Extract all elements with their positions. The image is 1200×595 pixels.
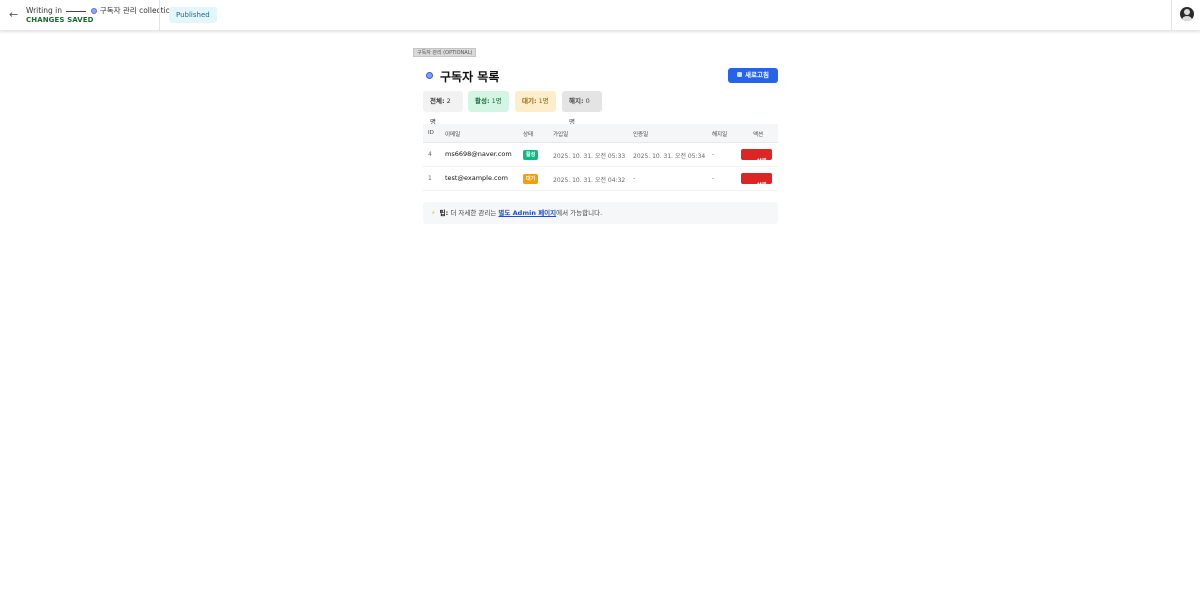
table-row: 4 ms6698@naver.com 활성 2025. 10. 31. 오전 0… [423, 143, 778, 167]
delete-button[interactable]: ▤ 삭제 [741, 149, 772, 165]
publish-status-badge[interactable]: Published [169, 7, 217, 23]
tip-label: 팁: [439, 209, 449, 217]
header-divider [159, 0, 160, 31]
table-row: 1 test@example.com 대기 2025. 10. 31. 오전 0… [423, 167, 778, 191]
header-unsubscribed: 해지일 [712, 132, 728, 138]
row-joined: 2025. 10. 31. 오전 04:32 [553, 177, 626, 184]
header-status: 상태 [523, 132, 534, 138]
row-confirmed: 2025. 10. 31. 오전 05:34 [633, 153, 706, 160]
top-bar: ← Writing in 구독자 관리 collection CHANGES S… [0, 0, 1200, 31]
tip-box: ⚡ 팁: 더 자세한 관리는 별도 Admin 페이지에서 가능합니다. [423, 202, 778, 224]
subscriber-table: ID 이메일 상태 가입일 인증일 해지일 액션 4 ms6698@naver.… [423, 124, 778, 191]
tip-text-before: 더 자세한 관리는 [450, 209, 497, 217]
delete-button[interactable]: ▤ 삭제 [741, 173, 772, 189]
stat-all: 전체: 2명 [423, 91, 463, 126]
header-action: 액션 [753, 132, 764, 138]
divider-line [66, 10, 87, 12]
row-email: test@example.com [445, 174, 508, 182]
breadcrumb: Writing in 구독자 관리 collection [26, 5, 175, 16]
save-status: CHANGES SAVED [26, 16, 94, 24]
row-id: 1 [428, 175, 432, 182]
lightning-icon: ⚡ [431, 209, 436, 217]
user-avatar-icon[interactable] [1180, 7, 1194, 21]
row-unsubscribed: - [712, 151, 715, 158]
collection-name[interactable]: 구독자 관리 collection [100, 6, 175, 15]
header-id: ID [428, 130, 434, 136]
subscriber-list-icon [426, 72, 433, 79]
arrow-left-icon[interactable]: ← [9, 8, 18, 21]
row-email: ms6698@naver.com [445, 150, 512, 158]
header-joined: 가입일 [553, 132, 569, 138]
status-badge: 활성 [523, 150, 539, 160]
header-divider-right [1171, 0, 1172, 31]
status-badge: 대기 [523, 174, 539, 184]
refresh-label: 새로고침 [745, 71, 769, 79]
page-title: 구독자 목록 [440, 70, 500, 84]
row-unsubscribed: - [712, 175, 715, 182]
delete-label: 삭제 [756, 183, 767, 189]
stat-pending: 대기: 1명 [515, 91, 556, 112]
section-tag: 구독자 관리 (OPTIONAL) [413, 48, 477, 57]
header-confirmed: 인증일 [633, 132, 649, 138]
writing-in-label: Writing in [26, 6, 63, 15]
refresh-button[interactable]: 새로고침 [728, 68, 778, 83]
collection-icon [90, 8, 97, 14]
refresh-icon [737, 71, 743, 77]
header-email: 이메일 [445, 132, 461, 138]
row-confirmed: - [633, 175, 636, 182]
stat-unsubscribed: 해지: 0명 [562, 91, 602, 126]
row-joined: 2025. 10. 31. 오전 05:33 [553, 153, 626, 160]
tip-text-after: 에서 가능합니다. [556, 209, 603, 217]
row-id: 4 [428, 151, 432, 158]
stat-active: 활성: 1명 [468, 91, 509, 112]
table-header: ID 이메일 상태 가입일 인증일 해지일 액션 [423, 124, 778, 143]
admin-page-link[interactable]: 별도 Admin 페이지 [498, 209, 556, 217]
